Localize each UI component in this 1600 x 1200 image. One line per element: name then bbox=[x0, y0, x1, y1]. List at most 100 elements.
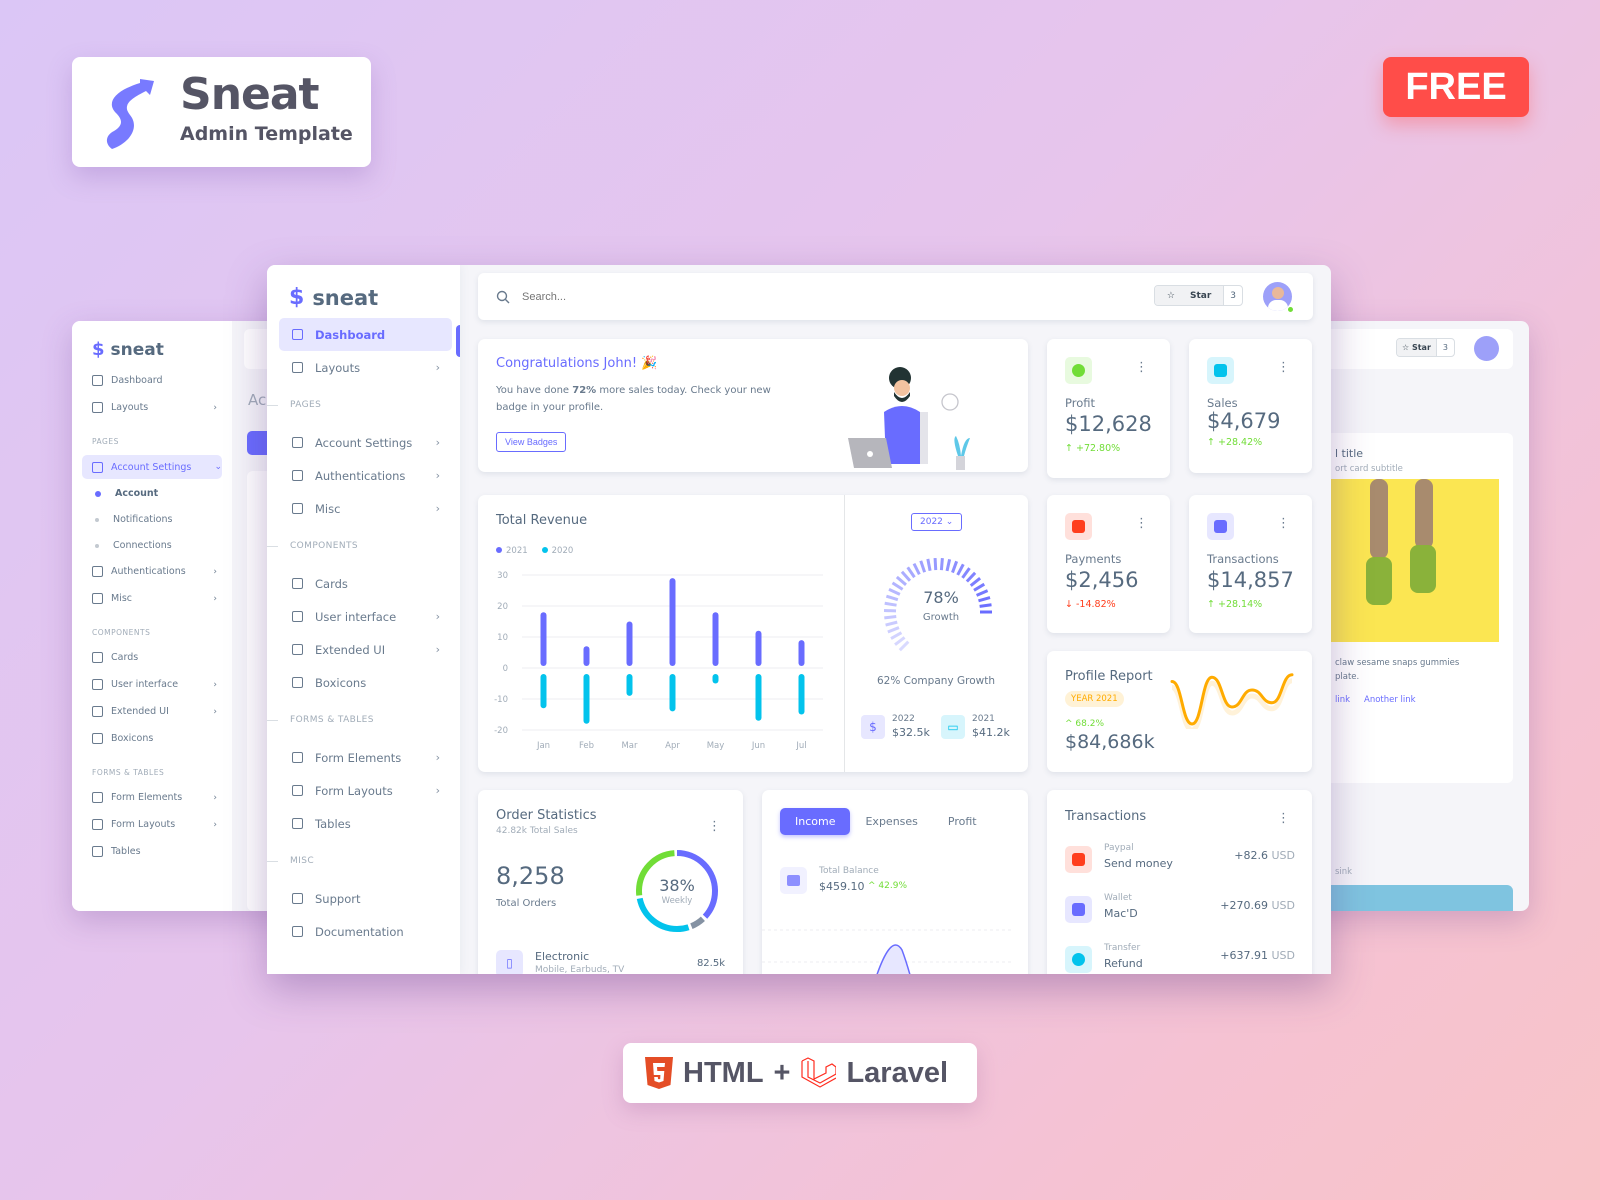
back-sidebar-item-account-settings[interactable]: Account Settings ⌄ bbox=[82, 455, 222, 479]
gauge-tick bbox=[891, 581, 904, 591]
sidebar-item-layouts[interactable]: Layouts › bbox=[279, 351, 452, 384]
sidebar-item-dashboard[interactable]: Dashboard bbox=[279, 318, 452, 351]
card-subtitle: ort card subtitle bbox=[1335, 464, 1403, 474]
sidebar-item-form-elements[interactable]: Form Elements › bbox=[279, 741, 452, 774]
another-link[interactable]: Another link bbox=[1364, 695, 1416, 705]
back-sidebar-item-layouts[interactable]: Layouts › bbox=[92, 402, 217, 413]
sidebar-item-extended-ui[interactable]: Extended UI › bbox=[279, 633, 452, 666]
sidebar-item-misc[interactable]: Misc › bbox=[279, 492, 452, 525]
sidebar-item-authentications[interactable]: Authentications › bbox=[279, 459, 452, 492]
tab-profit[interactable]: Profit bbox=[933, 808, 992, 835]
balance-change: ^ 42.9% bbox=[868, 881, 907, 891]
x-tick-label: May bbox=[707, 741, 725, 751]
tab-income[interactable]: Income bbox=[780, 808, 851, 835]
more-options-icon[interactable]: ⋮ bbox=[1277, 361, 1290, 374]
sidebar-item-form-layouts[interactable]: Form Layouts › bbox=[279, 774, 452, 807]
star-label: Star bbox=[1189, 290, 1212, 301]
transaction-desc: Mac'D bbox=[1104, 907, 1138, 920]
sidebar-item-account-settings[interactable]: Account Settings › bbox=[279, 426, 452, 459]
back-sidebar-item-dashboard[interactable]: Dashboard bbox=[92, 375, 217, 386]
search-icon bbox=[496, 290, 510, 303]
sidebar-item-user-interface[interactable]: User interface › bbox=[279, 600, 452, 633]
search-input[interactable] bbox=[522, 290, 1022, 303]
donut-value: 38% bbox=[659, 876, 695, 895]
order-item-sub: Mobile, Earbuds, TV bbox=[535, 965, 625, 974]
summary-value: $41.2k bbox=[972, 726, 1010, 739]
profile-line bbox=[1170, 673, 1294, 726]
revenue-title: Total Revenue bbox=[496, 513, 588, 528]
sidebar-item-documentation[interactable]: Documentation bbox=[279, 915, 452, 948]
back-sidebar-item-notifications[interactable]: Notifications bbox=[92, 514, 217, 525]
back-sidebar-item-account[interactable]: Account bbox=[92, 488, 217, 499]
star-count: 3 bbox=[1442, 343, 1448, 352]
more-options-icon[interactable]: ⋮ bbox=[708, 820, 721, 833]
transaction-row[interactable]: Transfer Refund +637.91 USD bbox=[1065, 943, 1295, 974]
more-options-icon[interactable]: ⋮ bbox=[1277, 812, 1290, 825]
paypal-icon bbox=[1065, 513, 1092, 540]
back-sidebar-item-authentications[interactable]: Authentications › bbox=[92, 566, 217, 577]
total-orders-label: Total Orders bbox=[496, 898, 557, 909]
lock-icon bbox=[292, 470, 303, 481]
arrow-down-icon: ↓ bbox=[1065, 599, 1076, 610]
home-icon bbox=[92, 375, 103, 386]
profile-change: ^ 68.2% bbox=[1065, 719, 1104, 729]
tab-expenses[interactable]: Expenses bbox=[850, 808, 932, 835]
sneat-logo-icon: $ bbox=[289, 285, 305, 310]
cube-icon bbox=[292, 503, 303, 514]
card-link[interactable]: link bbox=[1335, 695, 1350, 705]
back-sidebar-item-tables[interactable]: Tables bbox=[92, 846, 217, 857]
back-logo: $ sneat bbox=[92, 339, 164, 360]
sidebar-item-label: Dashboard bbox=[111, 375, 163, 386]
transactions-card: Transactions ⋮ Paypal Send money +82.6 USD… bbox=[1047, 790, 1312, 974]
x-tick-label: Jul bbox=[795, 741, 806, 751]
stat-value: $4,679 bbox=[1207, 409, 1281, 433]
income-area-chart bbox=[762, 929, 1012, 974]
stat-value: $14,857 bbox=[1207, 568, 1294, 592]
back-sidebar-item-misc[interactable]: Misc › bbox=[92, 593, 217, 604]
gauge-tick bbox=[884, 601, 897, 607]
leg-shape bbox=[1415, 479, 1433, 549]
box-icon bbox=[292, 611, 303, 622]
sidebar-item-boxicons[interactable]: Boxicons bbox=[279, 666, 452, 699]
transaction-row[interactable]: Wallet Mac'D +270.69 USD bbox=[1065, 893, 1295, 929]
more-options-icon[interactable]: ⋮ bbox=[1135, 517, 1148, 530]
html5-icon bbox=[645, 1057, 673, 1089]
icon-glyph bbox=[1072, 953, 1085, 966]
y-tick-label: 20 bbox=[497, 602, 508, 612]
transactions-title: Transactions bbox=[1065, 809, 1147, 824]
back-sidebar-item-user-interface[interactable]: User interface › bbox=[92, 679, 217, 690]
sidebar-item-label: Account Settings bbox=[315, 435, 413, 450]
y-tick-label: 0 bbox=[503, 664, 508, 674]
star-icon: ☆ bbox=[1166, 290, 1175, 301]
sidebar-item-cards[interactable]: Cards bbox=[279, 567, 452, 600]
back-sidebar-item-boxicons[interactable]: Boxicons bbox=[92, 733, 217, 744]
back-sidebar-item-form-elements[interactable]: Form Elements › bbox=[92, 792, 217, 803]
sidebar-item-support[interactable]: Support bbox=[279, 882, 452, 915]
gauge-tick bbox=[939, 558, 944, 571]
more-options-icon[interactable]: ⋮ bbox=[1135, 361, 1148, 374]
back-sidebar-item-extended-ui[interactable]: Extended UI › bbox=[92, 706, 217, 717]
transaction-row[interactable]: Paypal Send money +82.6 USD bbox=[1065, 843, 1295, 879]
gauge-tick bbox=[978, 596, 991, 603]
logo[interactable]: $ sneat bbox=[289, 285, 378, 310]
avatar[interactable] bbox=[1474, 336, 1499, 361]
dollar-icon: $ bbox=[861, 715, 885, 739]
gauge-tick bbox=[933, 557, 938, 571]
back-sidebar-item-connections[interactable]: Connections bbox=[92, 540, 217, 551]
back-star-button[interactable]: ☆ Star 3 bbox=[1396, 338, 1455, 357]
sidebar-item-tables[interactable]: Tables bbox=[279, 807, 452, 840]
bullet-icon bbox=[95, 490, 101, 497]
year-select[interactable]: 2022 ⌄ bbox=[911, 513, 963, 531]
sidebar-item-label: Extended UI bbox=[315, 642, 386, 657]
stat-value: $2,456 bbox=[1065, 568, 1139, 592]
github-star-button[interactable]: ☆ Star 3 bbox=[1153, 285, 1243, 306]
sidebar: $ sneat Dashboard Layouts › PAGES Account Set… bbox=[267, 265, 460, 974]
wallet-icon bbox=[780, 867, 807, 894]
view-badges-button[interactable]: View Badges bbox=[496, 432, 567, 452]
back-sidebar-item-form-layouts[interactable]: Form Layouts › bbox=[92, 819, 217, 830]
chart-legend: 2021 2020 bbox=[496, 546, 573, 556]
back-sidebar-item-cards[interactable]: Cards bbox=[92, 652, 217, 663]
bar-2021-Mar bbox=[626, 621, 633, 666]
more-options-icon[interactable]: ⋮ bbox=[1277, 517, 1290, 530]
stat-card-transactions: ⋮ Transactions $14,857 ↑ +28.14% bbox=[1189, 495, 1312, 633]
